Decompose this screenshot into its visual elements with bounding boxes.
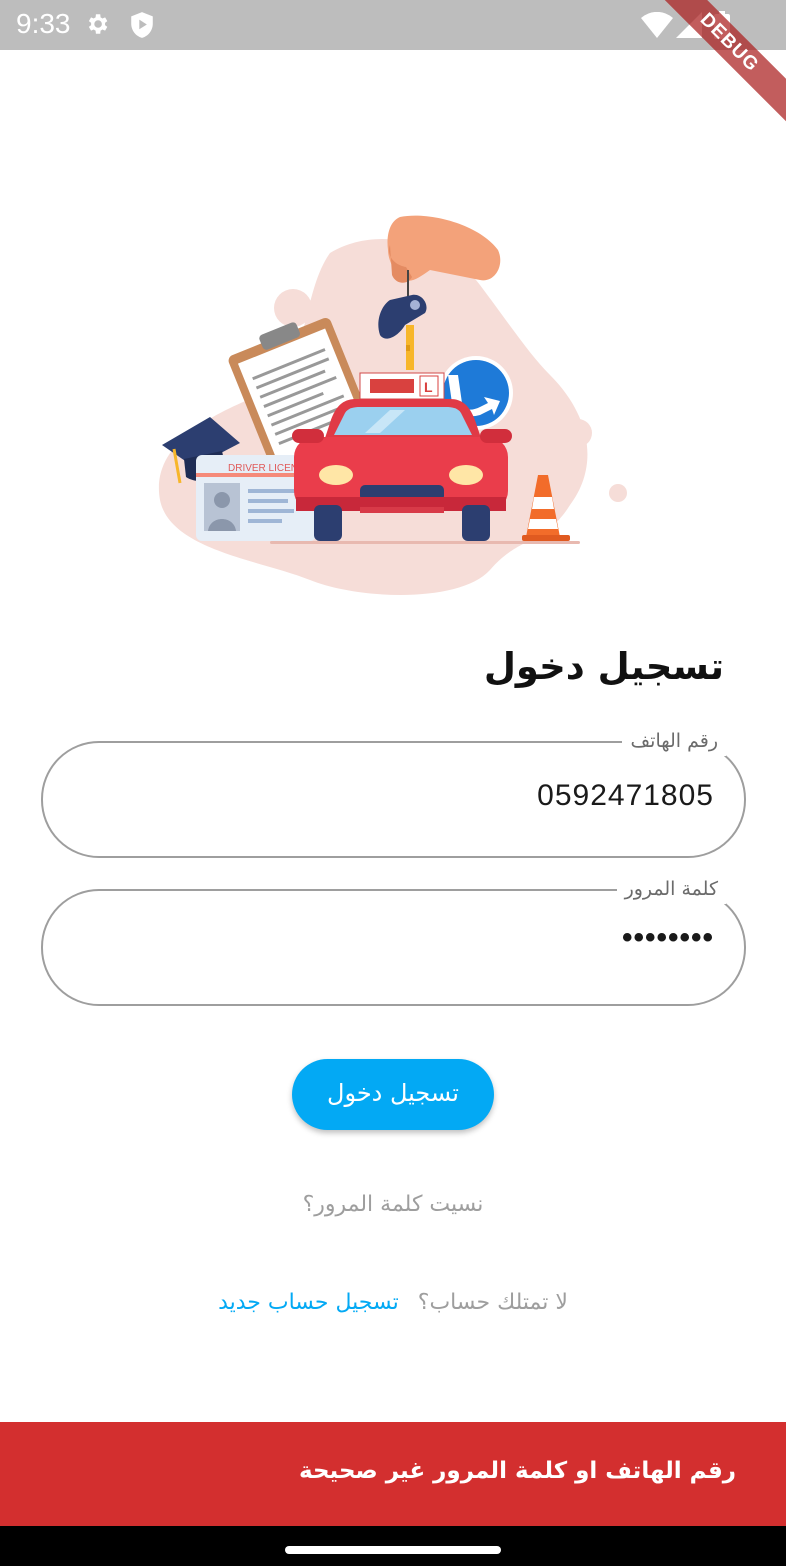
driving-license-illustration: DRIVER LICENSE L [150,205,640,600]
phone-field-label: رقم الهاتف [622,726,726,756]
home-handle[interactable] [285,1546,501,1554]
phone-field[interactable]: رقم الهاتف 0592471805 [41,726,746,858]
wifi-icon [641,11,673,42]
forgot-password-link[interactable]: نسيت كلمة المرور؟ [0,1192,786,1217]
status-time: 9:33 [16,8,71,39]
login-button[interactable]: تسجيل دخول [292,1059,494,1130]
shield-icon [129,11,155,43]
register-row: لا تمتلك حساب؟ تسجيل حساب جديد [0,1290,786,1315]
no-account-prompt: لا تمتلك حساب؟ [417,1290,568,1315]
password-field-label: كلمة المرور [616,874,726,904]
status-bar: 9:33 [0,0,786,50]
settings-icon [84,11,110,41]
password-field[interactable]: كلمة المرور •••••••• [41,874,746,1006]
snackbar-message: رقم الهاتف او كلمة المرور غير صحيحة [299,1458,736,1484]
login-screen: 9:33 DEBUG DRIVER LICENSE L تسجيل دخول ر… [0,0,786,1566]
password-field-value[interactable]: •••••••• [622,921,714,955]
register-link[interactable]: تسجيل حساب جديد [218,1290,399,1315]
navigation-bar [0,1526,786,1566]
error-snackbar: رقم الهاتف او كلمة المرور غير صحيحة [0,1422,786,1526]
phone-field-value[interactable]: 0592471805 [537,779,714,813]
page-title: تسجيل دخول [483,645,724,688]
l-plate-text: L [424,379,433,395]
